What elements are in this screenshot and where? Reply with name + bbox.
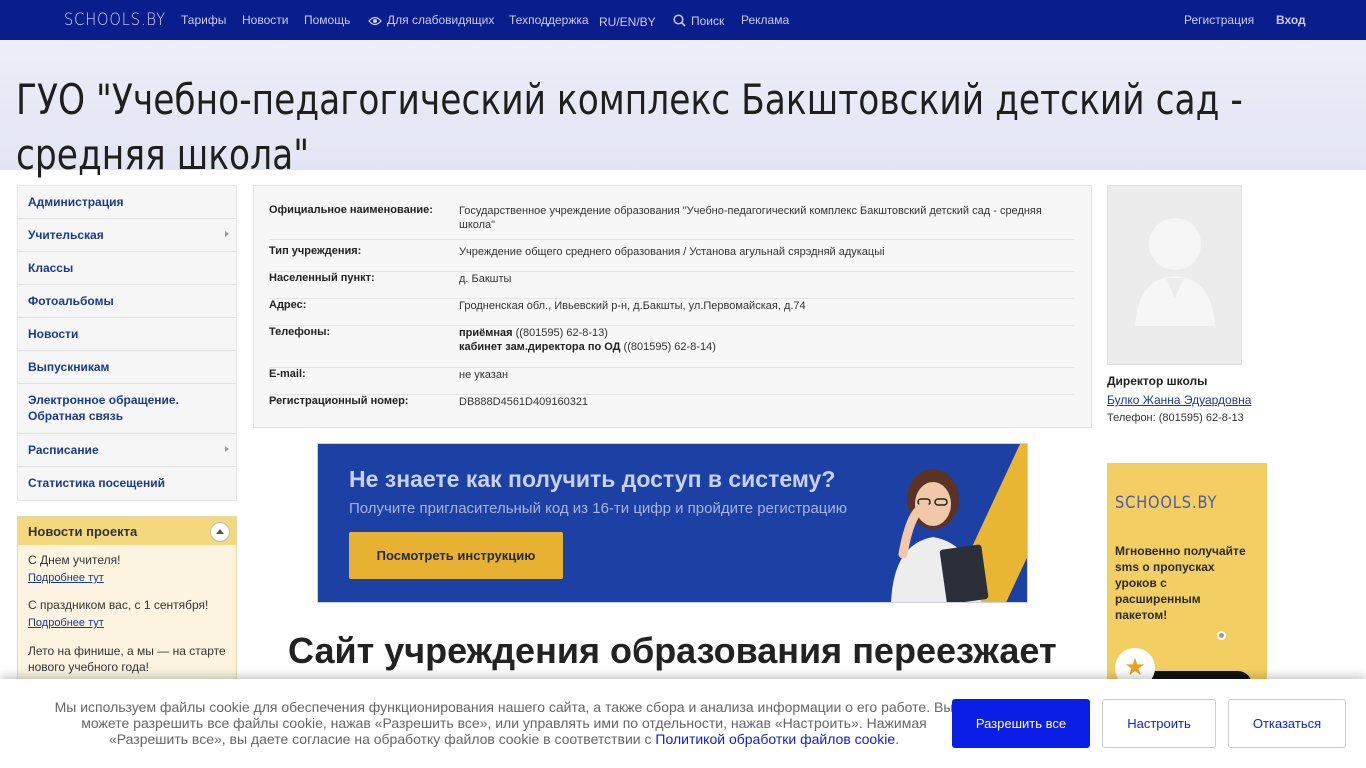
news-item-link[interactable]: Подробнее тут	[28, 572, 226, 584]
collapse-icon[interactable]	[210, 522, 230, 542]
sidebar-item-label: Классы	[28, 261, 74, 275]
info-value: Гродненская обл., Ивьевский р-н, д.Бакшт…	[459, 300, 806, 312]
carousel-dot[interactable]	[1217, 631, 1226, 640]
project-news-title: Новости проекта	[28, 524, 138, 539]
ad-logo: SCHOOLS.BY	[1115, 493, 1218, 513]
project-news-header: Новости проекта	[18, 517, 236, 545]
chevron-right-icon	[225, 446, 229, 452]
director-title: Директор школы	[1107, 374, 1208, 388]
decline-button[interactable]: Отказаться	[1228, 699, 1346, 748]
cookie-policy-link[interactable]: Политикой обработки файлов cookie	[655, 731, 895, 747]
banner-title: Не знаете как получить доступ в систему?	[349, 466, 836, 492]
sidebar-item-graduates[interactable]: Выпускникам	[18, 351, 236, 384]
view-instruction-button[interactable]: Посмотреть инструкцию	[349, 532, 563, 579]
sidebar-item-label: Выпускникам	[28, 360, 110, 374]
site-logo[interactable]: SCHOOLS.BY	[64, 10, 166, 30]
info-row-type: Тип учреждения: Учреждение общего средне…	[269, 245, 1074, 272]
sidebar-item-label: Статистика посещений	[28, 476, 165, 490]
sidebar-item-label: Расписание	[28, 443, 99, 457]
info-label: Официальное наименование:	[269, 204, 433, 216]
sidebar-item-photo-albums[interactable]: Фотоальбомы	[18, 285, 236, 318]
sidebar-item-label: Фотоальбомы	[28, 294, 114, 308]
woman-with-folder-illustration	[891, 469, 989, 602]
moving-heading: Сайт учреждения образования переезжает	[288, 630, 1057, 671]
nav-news[interactable]: Новости	[242, 13, 288, 27]
project-news-panel: Новости проекта С Днем учителя! Подробне…	[17, 516, 237, 696]
sidebar-item-label: Новости	[28, 327, 79, 341]
sidebar-item-label: Учительская	[28, 228, 104, 242]
register-link[interactable]: Регистрация	[1184, 13, 1254, 27]
sidebar-item-teachers[interactable]: Учительская	[18, 219, 236, 252]
allow-all-button[interactable]: Разрешить все	[952, 699, 1090, 748]
director-avatar	[1107, 185, 1242, 365]
phone-name: приёмная	[459, 327, 513, 339]
sidebar-item-administration[interactable]: Администрация	[18, 186, 236, 219]
language-switch[interactable]: RU/EN/BY	[599, 15, 656, 29]
news-item: С праздником вас, с 1 сентября! Подробне…	[18, 590, 236, 635]
info-value: д. Бакшты	[459, 273, 512, 285]
nav-search[interactable]: Поиск	[673, 14, 724, 30]
director-name-link[interactable]: Булко Жанна Эдуардовна	[1107, 393, 1251, 407]
news-item: С Днем учителя! Подробнее тут	[18, 545, 236, 590]
nav-support[interactable]: Техподдержка	[509, 13, 589, 27]
nav-ads[interactable]: Реклама	[741, 13, 789, 27]
nav-help[interactable]: Помощь	[304, 13, 350, 27]
news-item-text: Лето на финише, а мы — на старте нового …	[28, 644, 226, 674]
cookie-consent-bar: Мы используем файлы cookie для обеспечен…	[0, 679, 1366, 768]
sidebar-item-schedule[interactable]: Расписание	[18, 434, 236, 467]
user-placeholder-icon	[1135, 218, 1215, 326]
ad-text: Мгновенно получайте sms о пропусках урок…	[1115, 544, 1246, 622]
phone-number: ((801595) 62-8-13)	[515, 327, 608, 339]
nav-low-vision[interactable]: Для слабовидящих	[368, 13, 494, 29]
page-title: ГУО "Учебно-педагогический комплекс Бакш…	[16, 75, 1243, 179]
info-row-address: Адрес: Гродненская обл., Ивьевский р-н, …	[269, 299, 1074, 326]
news-item: Лето на финише, а мы — на старте нового …	[18, 635, 236, 681]
cookie-text: Мы используем файлы cookie для обеспечен…	[54, 699, 954, 747]
login-link[interactable]: Вход	[1276, 13, 1306, 27]
sidebar-item-label: Электронное обращение. Обратная связь	[28, 393, 179, 423]
sidebar-item-classes[interactable]: Классы	[18, 252, 236, 285]
sms-ad-banner[interactable]: SCHOOLS.BY Мгновенно получайте sms о про…	[1107, 463, 1267, 703]
header-band: ГУО "Учебно-педагогический комплекс Бакш…	[0, 40, 1366, 179]
info-row-official-name: Официальное наименование: Государственно…	[269, 204, 1074, 240]
school-info-card: Официальное наименование: Государственно…	[253, 185, 1092, 428]
sidebar: Администрация Учительская Классы Фотоаль…	[17, 185, 237, 501]
news-item-text: С Днем учителя!	[28, 553, 121, 567]
director-phone: Телефон: (801595) 62-8-13	[1107, 412, 1244, 424]
news-item-link[interactable]: Подробнее тут	[28, 617, 226, 629]
info-label: Адрес:	[269, 299, 307, 311]
info-label: Тип учреждения:	[269, 245, 362, 257]
info-label: E-mail:	[269, 368, 306, 380]
info-value: приёмная ((801595) 62-8-13) кабинет зам.…	[459, 326, 1059, 354]
info-value: не указан	[459, 369, 509, 381]
sidebar-item-news[interactable]: Новости	[18, 318, 236, 351]
eye-icon	[368, 15, 382, 29]
info-row-email: E-mail: не указан	[269, 368, 1074, 395]
info-label: Телефоны:	[269, 326, 331, 338]
info-value: DB888D4561D409160321	[459, 396, 589, 408]
info-label: Населенный пункт:	[269, 272, 375, 284]
nav-low-vision-label: Для слабовидящих	[387, 13, 495, 27]
info-row-locality: Населенный пункт: д. Бакшты	[269, 272, 1074, 299]
info-label: Регистрационный номер:	[269, 395, 409, 407]
phone-number: ((801595) 62-8-14)	[623, 341, 716, 353]
info-row-phones: Телефоны: приёмная ((801595) 62-8-13) ка…	[269, 326, 1074, 368]
configure-button[interactable]: Настроить	[1102, 699, 1216, 748]
nav-search-label: Поиск	[691, 14, 725, 28]
chevron-right-icon	[225, 231, 229, 237]
banner-subtitle: Получите пригласительный код из 16-ти ци…	[349, 500, 848, 517]
nav-tariffs[interactable]: Тарифы	[181, 13, 226, 27]
phone-name: кабинет зам.директора по ОД	[459, 341, 621, 353]
access-instruction-banner[interactable]: Не знаете как получить доступ в систему?…	[317, 443, 1028, 603]
sidebar-item-feedback[interactable]: Электронное обращение. Обратная связь	[18, 384, 236, 434]
info-row-regnum: Регистрационный номер: DB888D4561D409160…	[269, 395, 1074, 415]
search-icon	[673, 14, 686, 30]
top-nav: SCHOOLS.BY Тарифы Новости Помощь Для сла…	[0, 0, 1366, 40]
news-item-text: С праздником вас, с 1 сентября!	[28, 598, 209, 612]
info-value: Учреждение общего среднего образования /…	[459, 246, 885, 258]
info-value: Государственное учреждение образования "…	[459, 205, 1042, 231]
sidebar-item-statistics[interactable]: Статистика посещений	[18, 467, 236, 500]
sidebar-item-label: Администрация	[28, 195, 124, 209]
